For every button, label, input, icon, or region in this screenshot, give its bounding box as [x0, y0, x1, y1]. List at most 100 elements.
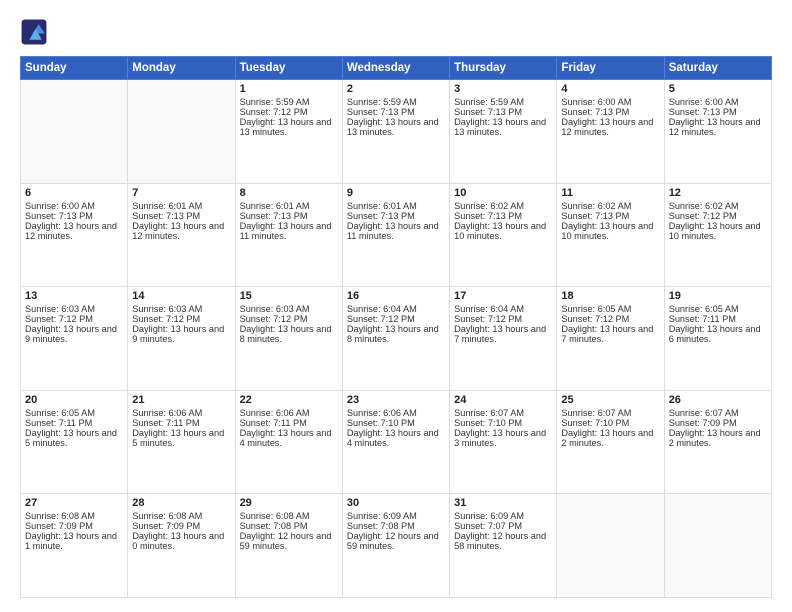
calendar-cell	[557, 494, 664, 598]
day-number: 27	[25, 497, 123, 509]
day-number: 2	[347, 83, 445, 95]
day-number: 23	[347, 394, 445, 406]
cell-info-line: Daylight: 13 hours and 7 minutes.	[561, 324, 659, 344]
cell-info-line: Sunset: 7:11 PM	[132, 418, 230, 428]
cell-info-line: Daylight: 13 hours and 3 minutes.	[454, 428, 552, 448]
calendar-cell: 23 Sunrise: 6:06 AMSunset: 7:10 PMDayligh…	[342, 390, 449, 494]
day-number: 9	[347, 187, 445, 199]
calendar-cell: 6Sunrise: 6:00 AMSunset: 7:13 PMDaylight…	[21, 183, 128, 287]
cell-info-line: Daylight: 13 hours and 4 minutes.	[240, 428, 338, 448]
cell-info-line: Sunrise: 6:05 AM	[669, 304, 767, 314]
cell-info-line: Daylight: 13 hours and 13 minutes.	[240, 117, 338, 137]
calendar-week-row: 6Sunrise: 6:00 AMSunset: 7:13 PMDaylight…	[21, 183, 772, 287]
cell-info-line: Sunset: 7:13 PM	[561, 107, 659, 117]
calendar-cell: 7Sunrise: 6:01 AMSunset: 7:13 PMDaylight…	[128, 183, 235, 287]
cell-info-line: Daylight: 13 hours and 5 minutes.	[132, 428, 230, 448]
calendar-cell: 24 Sunrise: 6:07 AMSunset: 7:10 PMDayligh…	[450, 390, 557, 494]
cell-info-line: Daylight: 12 hours and 58 minutes.	[454, 531, 552, 551]
calendar-cell: 27Sunrise: 6:08 AMSunset: 7:09 PMDayligh…	[21, 494, 128, 598]
day-number: 20	[25, 394, 123, 406]
cell-info-line: Sunrise: 6:08 AM	[240, 511, 338, 521]
cell-info-line: Sunset: 7:13 PM	[347, 211, 445, 221]
cell-info-line: Daylight: 13 hours and 8 minutes.	[347, 324, 445, 344]
day-number: 24	[454, 394, 552, 406]
calendar-cell: 13Sunrise: 6:03 AMSunset: 7:12 PMDayligh…	[21, 287, 128, 391]
cell-info-line: Sunset: 7:13 PM	[25, 211, 123, 221]
weekday-header-monday: Monday	[128, 57, 235, 80]
cell-info-line: Daylight: 13 hours and 12 minutes.	[25, 221, 123, 241]
cell-info-line: Daylight: 12 hours and 59 minutes.	[347, 531, 445, 551]
cell-info-line: Sunset: 7:10 PM	[454, 418, 552, 428]
cell-info-line: Daylight: 13 hours and 2 minutes.	[561, 428, 659, 448]
day-number: 26	[669, 394, 767, 406]
cell-info-line: Daylight: 12 hours and 59 minutes.	[240, 531, 338, 551]
day-number: 5	[669, 83, 767, 95]
cell-info-line: Daylight: 13 hours and 8 minutes.	[240, 324, 338, 344]
day-number: 17	[454, 290, 552, 302]
cell-info-line: Sunrise: 6:08 AM	[25, 511, 123, 521]
cell-info-line: Sunset: 7:10 PM	[347, 418, 445, 428]
calendar-cell: 18Sunrise: 6:05 AMSunset: 7:12 PMDayligh…	[557, 287, 664, 391]
cell-info-line: Sunrise: 6:03 AM	[132, 304, 230, 314]
cell-info-line: Sunset: 7:12 PM	[240, 107, 338, 117]
cell-info-line: Sunrise: 6:01 AM	[132, 201, 230, 211]
cell-info-line: Sunrise: 6:07 AM	[669, 408, 767, 418]
calendar-cell: 26Sunrise: 6:07 AMSunset: 7:09 PMDayligh…	[664, 390, 771, 494]
cell-info-line: Sunset: 7:08 PM	[240, 521, 338, 531]
cell-info-line: Sunset: 7:13 PM	[454, 211, 552, 221]
cell-info-line: Sunset: 7:12 PM	[240, 314, 338, 324]
cell-info-line: Sunset: 7:08 PM	[347, 521, 445, 531]
cell-info-line: Sunrise: 6:05 AM	[561, 304, 659, 314]
cell-info-line: Sunset: 7:12 PM	[669, 211, 767, 221]
cell-info-line: Sunrise: 6:03 AM	[240, 304, 338, 314]
cell-info-line: Sunset: 7:13 PM	[132, 211, 230, 221]
calendar-cell: 5Sunrise: 6:00 AMSunset: 7:13 PMDaylight…	[664, 80, 771, 184]
calendar-cell: 17Sunrise: 6:04 AMSunset: 7:12 PMDayligh…	[450, 287, 557, 391]
weekday-header-sunday: Sunday	[21, 57, 128, 80]
cell-info-line: Sunrise: 6:03 AM	[25, 304, 123, 314]
day-number: 3	[454, 83, 552, 95]
calendar-cell: 19Sunrise: 6:05 AMSunset: 7:11 PMDayligh…	[664, 287, 771, 391]
cell-info-line: Sunrise: 6:00 AM	[561, 97, 659, 107]
day-number: 4	[561, 83, 659, 95]
logo	[20, 18, 52, 46]
cell-info-line: Sunrise: 6:05 AM	[25, 408, 123, 418]
weekday-header-friday: Friday	[557, 57, 664, 80]
calendar-cell: 16Sunrise: 6:04 AMSunset: 7:12 PMDayligh…	[342, 287, 449, 391]
cell-info-line: Sunrise: 5:59 AM	[347, 97, 445, 107]
cell-info-line: Sunrise: 5:59 AM	[454, 97, 552, 107]
cell-info-line: Sunset: 7:09 PM	[669, 418, 767, 428]
cell-info-line: Daylight: 13 hours and 12 minutes.	[561, 117, 659, 137]
weekday-header-saturday: Saturday	[664, 57, 771, 80]
day-number: 25	[561, 394, 659, 406]
calendar-cell: 30Sunrise: 6:09 AMSunset: 7:08 PMDayligh…	[342, 494, 449, 598]
cell-info-line: Daylight: 13 hours and 6 minutes.	[669, 324, 767, 344]
cell-info-line: Daylight: 13 hours and 10 minutes.	[454, 221, 552, 241]
cell-info-line: Sunset: 7:12 PM	[132, 314, 230, 324]
day-number: 29	[240, 497, 338, 509]
cell-info-line: Sunrise: 6:01 AM	[240, 201, 338, 211]
cell-info-line: Sunrise: 6:06 AM	[347, 408, 445, 418]
logo-icon	[20, 18, 48, 46]
cell-info-line: Sunrise: 6:07 AM	[561, 408, 659, 418]
cell-info-line: Sunset: 7:13 PM	[240, 211, 338, 221]
cell-info-line: Sunrise: 6:02 AM	[454, 201, 552, 211]
cell-info-line: Sunrise: 6:04 AM	[347, 304, 445, 314]
day-number: 6	[25, 187, 123, 199]
calendar-cell: 20Sunrise: 6:05 AMSunset: 7:11 PMDayligh…	[21, 390, 128, 494]
calendar-cell: 4 Sunrise: 6:00 AMSunset: 7:13 PMDaylight…	[557, 80, 664, 184]
calendar-cell: 14Sunrise: 6:03 AMSunset: 7:12 PMDayligh…	[128, 287, 235, 391]
day-number: 1	[240, 83, 338, 95]
cell-info-line: Daylight: 13 hours and 4 minutes.	[347, 428, 445, 448]
calendar-cell: 29 Sunrise: 6:08 AMSunset: 7:08 PMDayligh…	[235, 494, 342, 598]
cell-info-line: Sunset: 7:09 PM	[25, 521, 123, 531]
calendar-cell: 22Sunrise: 6:06 AMSunset: 7:11 PMDayligh…	[235, 390, 342, 494]
day-number: 13	[25, 290, 123, 302]
calendar-table: SundayMondayTuesdayWednesdayThursdayFrid…	[20, 56, 772, 598]
day-number: 31	[454, 497, 552, 509]
cell-info-line: Sunrise: 6:09 AM	[347, 511, 445, 521]
calendar-cell: 9Sunrise: 6:01 AMSunset: 7:13 PMDaylight…	[342, 183, 449, 287]
calendar-week-row: 20Sunrise: 6:05 AMSunset: 7:11 PMDayligh…	[21, 390, 772, 494]
cell-info-line: Sunrise: 6:07 AM	[454, 408, 552, 418]
calendar-cell: 2Sunrise: 5:59 AMSunset: 7:13 PMDaylight…	[342, 80, 449, 184]
